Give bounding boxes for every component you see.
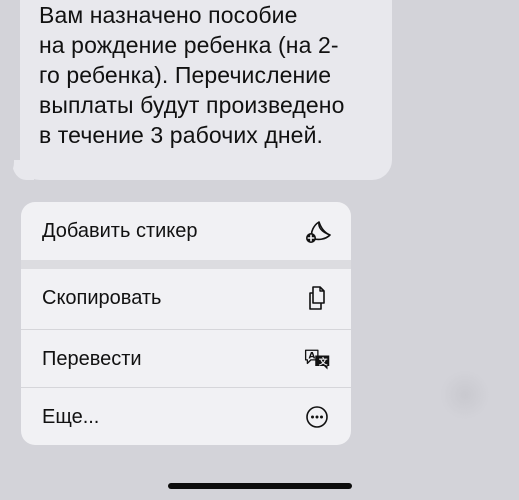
menu-item-copy[interactable]: Скопировать (21, 269, 351, 327)
message-text: Вам назначено пособие на рождение ребенк… (39, 2, 345, 148)
menu-item-label: Еще... (42, 405, 100, 428)
home-indicator[interactable] (168, 483, 352, 489)
menu-item-label: Скопировать (42, 286, 162, 309)
sticker-add-icon (303, 217, 331, 245)
context-menu: Добавить стикер Скопировать Перевести A … (21, 202, 351, 445)
copy-icon (303, 284, 331, 312)
menu-item-label: Перевести (42, 347, 142, 370)
menu-item-more[interactable]: Еще... (21, 388, 351, 445)
translate-icon: A 文 (303, 345, 331, 373)
svg-text:A: A (309, 351, 316, 361)
menu-item-label: Добавить стикер (42, 219, 198, 242)
more-icon (303, 403, 331, 431)
bubble-tail-mask (0, 152, 14, 180)
svg-text:文: 文 (319, 356, 328, 368)
menu-item-add-sticker[interactable]: Добавить стикер (21, 202, 351, 260)
menu-item-translate[interactable]: Перевести A 文 (21, 330, 351, 388)
background-blur (440, 370, 490, 420)
menu-section-gap (21, 260, 351, 269)
